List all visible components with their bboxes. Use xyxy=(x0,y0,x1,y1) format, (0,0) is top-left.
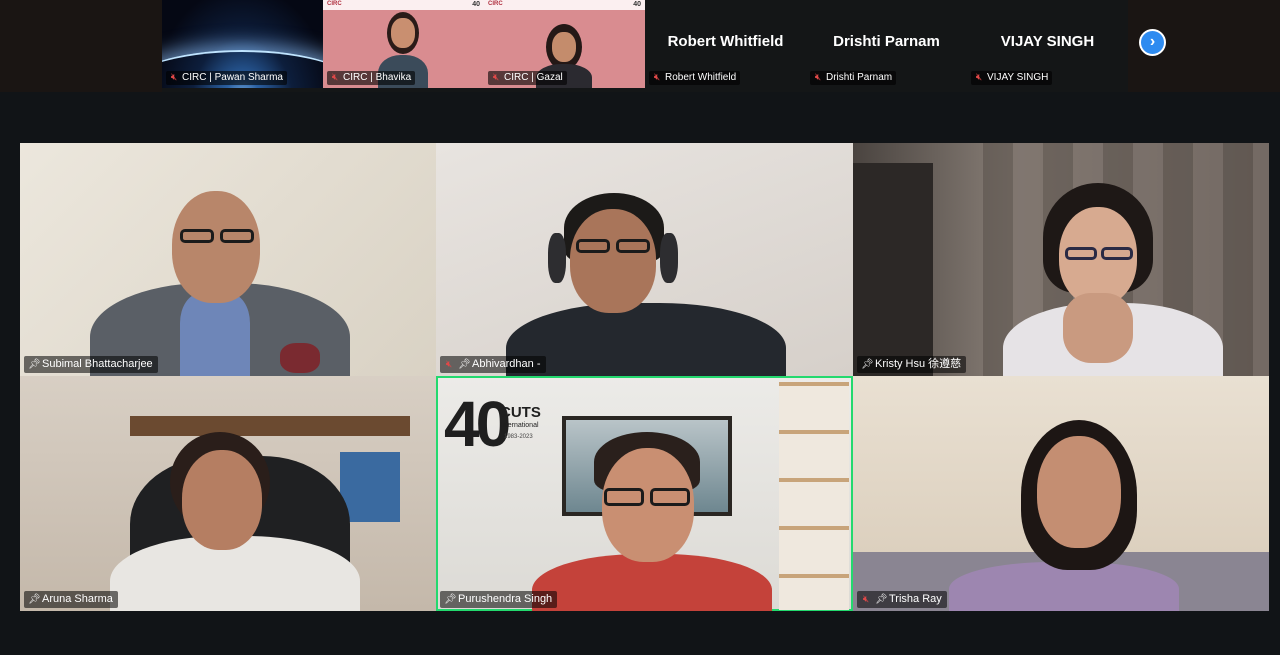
glasses-left xyxy=(180,229,214,243)
clasped-hands xyxy=(1063,293,1133,363)
thumbnail-name: CIRC | Pawan Sharma xyxy=(182,72,283,83)
cuts-40-logo: 40 CUTS International 1983-2023 xyxy=(444,392,564,462)
shirt xyxy=(180,293,250,376)
thumbnail-name: CIRC | Bhavika xyxy=(343,72,412,83)
thumbnail-gazal[interactable]: CIRC 40 🔇︎ CIRC | Gazal xyxy=(484,0,645,88)
patterned-shirt xyxy=(532,554,772,611)
participant-display-name: Robert Whitfield xyxy=(667,33,784,50)
participant-name: Subimal Bhattacharjee xyxy=(42,358,153,370)
glasses-right xyxy=(1101,247,1133,260)
bookshelf xyxy=(779,382,849,610)
participant-name: Trisha Ray xyxy=(889,593,942,605)
participant-name: Kristy Hsu 徐遵慈 xyxy=(875,358,962,370)
pin-icon: 📌︎ xyxy=(875,594,888,605)
pin-icon: 📌︎ xyxy=(458,359,471,370)
tile-name-label: 📌︎ Aruna Sharma xyxy=(24,591,118,608)
glasses-left xyxy=(604,488,644,506)
headphone-right xyxy=(660,233,678,283)
mic-off-icon: 🔇︎ xyxy=(445,359,453,370)
forty-logo: 40 xyxy=(633,1,641,8)
participant-name: Purushendra Singh xyxy=(458,593,553,605)
face xyxy=(391,18,415,48)
thumbnail-name-tag: 🔇︎ Robert Whitfield xyxy=(649,71,741,85)
glasses-right xyxy=(650,488,690,506)
tile-name-label: 📌︎ Kristy Hsu 徐遵慈 xyxy=(857,356,967,373)
mic-off-icon: 🔇︎ xyxy=(170,72,178,83)
video-tile-purushendra-singh[interactable]: 40 CUTS International 1983-2023 📌︎ Purus… xyxy=(436,376,853,611)
head xyxy=(172,191,260,303)
logo-forty: 40 xyxy=(444,388,511,460)
backdrop-banner: CIRC 40 xyxy=(484,0,645,10)
mic-off-icon: 🔇︎ xyxy=(814,72,822,83)
thumbnail-name-tag: 🔇︎ Drishti Parnam xyxy=(810,71,897,85)
participant-display-name: Drishti Parnam xyxy=(833,33,940,50)
head xyxy=(182,450,262,550)
mic-off-icon: 🔇︎ xyxy=(492,72,500,83)
thumbnail-vijay-singh[interactable]: VIJAY SINGH 🔇︎ VIJAY SINGH xyxy=(967,0,1128,88)
head xyxy=(1037,436,1121,548)
circ-logo: CIRC xyxy=(327,1,342,7)
participant-name: Abhivardhan - xyxy=(472,358,541,370)
background-shelf xyxy=(130,416,410,436)
glasses-right xyxy=(220,229,254,243)
background-shelf xyxy=(853,163,933,376)
next-page-button[interactable]: › xyxy=(1139,29,1166,56)
forty-logo: 40 xyxy=(472,1,480,8)
tile-name-label: 📌︎ Subimal Bhattacharjee xyxy=(24,356,158,373)
pin-icon: 📌︎ xyxy=(444,594,457,605)
thumbnail-pawan-sharma[interactable]: 🔇︎ CIRC | Pawan Sharma xyxy=(162,0,323,88)
video-tile-trisha-ray[interactable]: 🔇︎ 📌︎ Trisha Ray xyxy=(853,376,1269,611)
glasses-right xyxy=(616,239,650,253)
tile-name-label: 🔇︎ 📌︎ Trisha Ray xyxy=(857,591,947,608)
thumbnail-bhavika[interactable]: CIRC 40 🔇︎ CIRC | Bhavika xyxy=(323,0,484,88)
shirt xyxy=(506,303,786,376)
thumbnail-drishti-parnam[interactable]: Drishti Parnam 🔇︎ Drishti Parnam xyxy=(806,0,967,88)
chevron-right-icon: › xyxy=(1149,33,1156,50)
video-tile-aruna-sharma[interactable]: 📌︎ Aruna Sharma xyxy=(20,376,436,611)
thumbnail-name: Robert Whitfield xyxy=(665,72,737,83)
pocket-square xyxy=(280,343,320,373)
logo-years: 1983-2023 xyxy=(504,434,533,440)
thumbnail-robert-whitfield[interactable]: Robert Whitfield 🔇︎ Robert Whitfield xyxy=(645,0,806,88)
pin-icon: 📌︎ xyxy=(28,594,41,605)
tile-name-label: 📌︎ Purushendra Singh xyxy=(440,591,558,608)
pin-icon: 📌︎ xyxy=(28,359,41,370)
thumbnail-name-tag: 🔇︎ CIRC | Bhavika xyxy=(327,71,416,85)
headphone-left xyxy=(548,233,566,283)
glasses-left xyxy=(1065,247,1097,260)
pin-icon: 📌︎ xyxy=(861,359,874,370)
background-binders xyxy=(340,452,400,522)
logo-international: International xyxy=(500,422,539,429)
video-tile-kristy-hsu[interactable]: 📌︎ Kristy Hsu 徐遵慈 xyxy=(853,143,1269,376)
mic-off-icon: 🔇︎ xyxy=(331,72,339,83)
participant-strip: 🔇︎ CIRC | Pawan Sharma CIRC 40 🔇︎ CIRC |… xyxy=(0,0,1280,92)
strip-left-margin xyxy=(0,0,162,92)
glasses-left xyxy=(576,239,610,253)
head xyxy=(570,209,656,313)
circ-logo: CIRC xyxy=(488,1,503,7)
thumbnail-name: CIRC | Gazal xyxy=(504,72,563,83)
participant-name: Aruna Sharma xyxy=(42,593,113,605)
thumbnail-name-tag: 🔇︎ CIRC | Gazal xyxy=(488,71,567,85)
mic-off-icon: 🔇︎ xyxy=(975,72,983,83)
video-tile-subimal-bhattacharjee[interactable]: 📌︎ Subimal Bhattacharjee xyxy=(20,143,436,376)
backdrop-banner: CIRC 40 xyxy=(323,0,484,10)
logo-cuts: CUTS xyxy=(500,404,541,421)
mic-off-icon: 🔇︎ xyxy=(653,72,661,83)
thumbnail-name: Drishti Parnam xyxy=(826,72,893,83)
thumbnail-name-tag: 🔇︎ CIRC | Pawan Sharma xyxy=(166,71,287,85)
mic-off-icon: 🔇︎ xyxy=(862,594,870,605)
face xyxy=(552,32,576,62)
video-tile-abhivardhan[interactable]: 🔇︎ 📌︎ Abhivardhan - xyxy=(436,143,853,376)
tile-name-label: 🔇︎ 📌︎ Abhivardhan - xyxy=(440,356,546,373)
participant-display-name: VIJAY SINGH xyxy=(1000,33,1095,50)
thumbnail-name-tag: 🔇︎ VIJAY SINGH xyxy=(971,71,1053,85)
thumbnail-name: VIJAY SINGH xyxy=(987,72,1049,83)
